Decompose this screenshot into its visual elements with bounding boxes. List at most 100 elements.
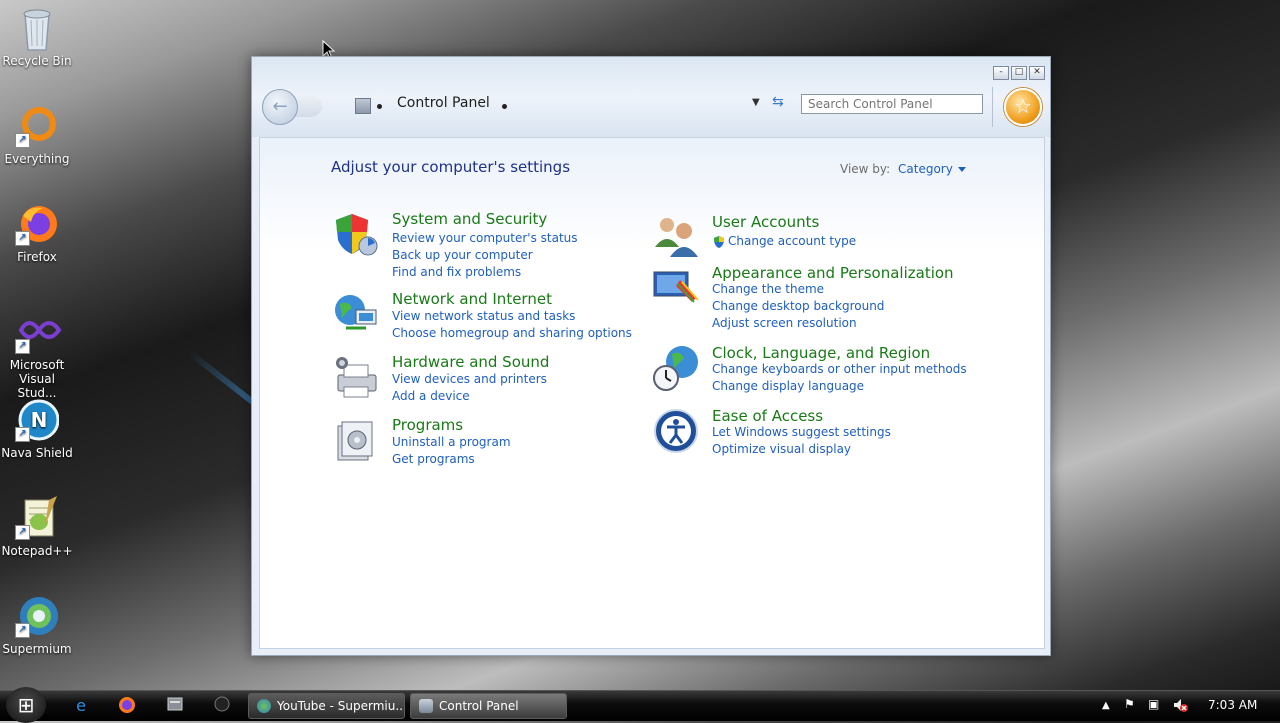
- desktop-icon-notepad-plus-plus[interactable]: ↗ Notepad++: [0, 496, 74, 558]
- category-title[interactable]: Ease of Access: [712, 407, 823, 425]
- taskbar-button-youtube[interactable]: YouTube - Supermiu...: [248, 693, 405, 719]
- clock-globe-icon: [652, 344, 700, 392]
- category-ease-of-access: Ease of Access Let Windows suggest setti…: [652, 407, 952, 459]
- category-link[interactable]: Change desktop background: [712, 299, 884, 313]
- breadcrumb-separator-icon: [377, 104, 382, 109]
- windows-logo-icon: ⊞: [17, 693, 35, 717]
- view-by-label: View by:: [840, 162, 891, 176]
- desktop-icon-recycle-bin[interactable]: Recycle Bin: [0, 6, 74, 68]
- desktop-icon-visual-studio[interactable]: ↗ Microsoft Visual Stud...: [0, 310, 74, 400]
- category-clock-region: Clock, Language, and Region Change keybo…: [652, 344, 982, 396]
- firefox-icon: ↗: [15, 202, 59, 246]
- visual-studio-icon: ↗: [15, 310, 62, 354]
- category-link[interactable]: Change the theme: [712, 282, 824, 296]
- category-link[interactable]: Adjust screen resolution: [712, 316, 857, 330]
- breadcrumb-control-panel[interactable]: Control Panel: [397, 95, 490, 111]
- refresh-icon[interactable]: ⇆: [772, 94, 784, 110]
- category-programs: Programs Uninstall a program Get program…: [332, 416, 632, 468]
- programs-icon: [332, 416, 380, 464]
- category-link[interactable]: Back up your computer: [392, 248, 533, 262]
- close-button[interactable]: ✕: [1029, 66, 1045, 80]
- shortcut-arrow-icon: ↗: [15, 133, 30, 148]
- taskbar-button-label: Control Panel: [439, 699, 519, 713]
- desktop-icon-firefox[interactable]: ↗ Firefox: [0, 202, 74, 264]
- category-title[interactable]: User Accounts: [712, 213, 819, 231]
- supermium-icon: ↗: [15, 594, 59, 638]
- minimize-button[interactable]: -: [993, 66, 1009, 80]
- category-network-internet: Network and Internet View network status…: [332, 290, 652, 342]
- file-manager-icon[interactable]: [164, 695, 186, 717]
- supermium-icon: [257, 699, 271, 713]
- system-clock[interactable]: 7:03 AM: [1208, 698, 1257, 712]
- shortcut-arrow-icon: ↗: [15, 525, 30, 540]
- category-link[interactable]: Uninstall a program: [392, 435, 511, 449]
- internet-explorer-icon[interactable]: e: [70, 695, 92, 717]
- category-title[interactable]: Hardware and Sound: [392, 353, 549, 371]
- address-dropdown-icon[interactable]: ▼: [752, 97, 760, 108]
- category-link[interactable]: Change keyboards or other input methods: [712, 362, 967, 376]
- category-title[interactable]: Clock, Language, and Region: [712, 344, 930, 362]
- shortcut-arrow-icon: ↗: [15, 231, 30, 246]
- start-button[interactable]: ⊞: [6, 687, 46, 723]
- nava-shield-icon: N ↗: [15, 398, 60, 442]
- show-hidden-icons-icon[interactable]: ▲: [1102, 700, 1110, 711]
- category-link[interactable]: Get programs: [392, 452, 475, 466]
- desktop-icon-nava-shield[interactable]: N ↗ Nava Shield: [0, 398, 74, 460]
- category-link[interactable]: View network status and tasks: [392, 309, 575, 323]
- control-panel-address-icon: [355, 98, 371, 114]
- svg-text:N: N: [31, 408, 48, 432]
- category-system-security: System and Security Review your computer…: [332, 210, 632, 280]
- category-link[interactable]: View devices and printers: [392, 372, 547, 386]
- category-link[interactable]: Optimize visual display: [712, 442, 851, 456]
- category-link[interactable]: Let Windows suggest settings: [712, 425, 891, 439]
- firefox-icon[interactable]: [116, 695, 138, 717]
- volume-muted-icon[interactable]: [1172, 697, 1188, 716]
- category-user-accounts: User Accounts Change account type: [652, 213, 972, 257]
- shortcut-arrow-icon: ↗: [15, 623, 30, 638]
- uac-shield-icon: [712, 235, 726, 249]
- category-appearance: Appearance and Personalization Change th…: [652, 264, 972, 334]
- page-heading: Adjust your computer's settings: [331, 158, 571, 176]
- taskbar-button-control-panel[interactable]: Control Panel: [410, 693, 567, 719]
- monitor-paint-icon: [652, 264, 700, 312]
- content-area: Adjust your computer's settings View by:…: [259, 137, 1045, 649]
- taskbar: ⊞ e YouTube - Supermiu... Control Panel …: [0, 687, 1280, 723]
- category-link[interactable]: Change account type: [728, 234, 856, 248]
- taskbar-button-label: YouTube - Supermiu...: [277, 699, 405, 713]
- shortcut-arrow-icon: ↗: [15, 339, 30, 354]
- breadcrumb-chevron-icon[interactable]: [502, 104, 507, 109]
- category-title[interactable]: Network and Internet: [392, 290, 552, 308]
- favorites-star-icon[interactable]: ☆: [1004, 88, 1042, 126]
- shortcut-arrow-icon: ↗: [15, 427, 30, 442]
- back-arrow-icon: ←: [272, 96, 288, 117]
- network-icon[interactable]: ▣: [1148, 697, 1159, 711]
- category-link[interactable]: Review your computer's status: [392, 231, 578, 245]
- category-link[interactable]: Change display language: [712, 379, 864, 393]
- printer-icon: [332, 353, 380, 401]
- control-panel-icon: [419, 699, 433, 713]
- back-button[interactable]: ←: [262, 89, 298, 125]
- action-center-flag-icon[interactable]: ⚑: [1124, 697, 1135, 711]
- category-title[interactable]: System and Security: [392, 210, 547, 228]
- maximize-button[interactable]: □: [1011, 66, 1027, 80]
- view-by-value: Category: [898, 162, 953, 176]
- recycle-bin-icon: [15, 6, 59, 51]
- view-by-dropdown[interactable]: Category: [898, 162, 966, 176]
- category-title[interactable]: Programs: [392, 416, 463, 434]
- shield-icon: [332, 210, 380, 258]
- category-hardware-sound: Hardware and Sound View devices and prin…: [332, 353, 632, 405]
- chevron-down-icon: [957, 167, 966, 172]
- category-link[interactable]: Add a device: [392, 389, 470, 403]
- accessibility-icon: [652, 407, 700, 455]
- category-title[interactable]: Appearance and Personalization: [712, 264, 954, 282]
- media-player-icon[interactable]: [211, 695, 233, 717]
- category-link[interactable]: Choose homegroup and sharing options: [392, 326, 632, 340]
- desktop-icon-supermium[interactable]: ↗ Supermium: [0, 594, 74, 656]
- control-panel-window: - □ ✕ ← Control Panel ▼ ⇆ ☆ Adjust your …: [251, 56, 1051, 656]
- everything-icon: ↗: [15, 104, 59, 148]
- category-link[interactable]: Find and fix problems: [392, 265, 521, 279]
- search-input[interactable]: [801, 94, 983, 114]
- toolbar-divider: [992, 87, 993, 127]
- desktop-icon-everything[interactable]: ↗ Everything: [0, 104, 74, 166]
- notepad-plus-plus-icon: ↗: [15, 496, 59, 540]
